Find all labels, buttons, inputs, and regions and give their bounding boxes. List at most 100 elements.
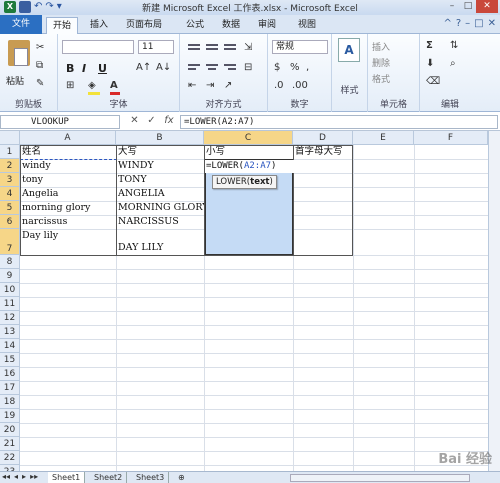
first-sheet-icon[interactable]: ◂◂ [2, 472, 10, 481]
row-header-9[interactable]: 9 [0, 269, 20, 283]
cell-d1[interactable]: 首字母大写 [293, 145, 353, 159]
indent-icon[interactable]: ⇤ [188, 80, 196, 91]
row-header-5[interactable]: 5 [0, 201, 20, 215]
formula-input[interactable]: =LOWER(A2:A7) [180, 115, 498, 129]
cell-b1[interactable]: 大写 [116, 145, 204, 159]
fill-color-icon[interactable]: ◈ [88, 80, 96, 91]
outdent-icon[interactable]: ⇥ [206, 80, 214, 91]
insert-function-icon[interactable]: fx [164, 115, 173, 129]
cell-c2-editing[interactable]: =LOWER(A2:A7) [205, 160, 301, 173]
insert-sheet-icon[interactable]: ⊕ [174, 472, 189, 483]
column-header-c[interactable]: C [204, 131, 293, 145]
comma-icon[interactable]: , [306, 62, 309, 73]
close-button[interactable]: ✕ [476, 0, 498, 13]
decrease-decimal-icon[interactable]: .00 [292, 80, 308, 91]
column-header-d[interactable]: D [293, 131, 353, 145]
fill-icon[interactable]: ⬇ [426, 58, 434, 69]
cancel-icon[interactable]: ✕ [130, 115, 138, 129]
cell-a1[interactable]: 姓名 [20, 145, 116, 159]
doc-minimize-button[interactable]: – [465, 18, 470, 29]
cell-a5[interactable]: morning glory [20, 201, 116, 215]
row-header-13[interactable]: 13 [0, 325, 20, 339]
row-header-2[interactable]: 2 [0, 159, 20, 173]
autosum-icon[interactable]: Σ [426, 40, 433, 51]
minimize-ribbon-icon[interactable]: ^ [443, 18, 451, 29]
column-header-f[interactable]: F [414, 131, 488, 145]
merge-center-icon[interactable]: ⊟ [244, 62, 252, 73]
cell-a2[interactable]: windy [20, 159, 116, 173]
styles-icon[interactable]: A [338, 38, 360, 62]
cut-icon[interactable]: ✂ [36, 42, 44, 53]
tab-insert[interactable]: 插入 [84, 17, 114, 34]
grow-font-icon[interactable]: A↑ [136, 62, 151, 73]
row-header-4[interactable]: 4 [0, 187, 20, 201]
increase-decimal-icon[interactable]: .0 [274, 80, 284, 91]
font-name-select[interactable] [62, 40, 134, 54]
insert-cells-button[interactable]: 插入 [372, 40, 390, 53]
column-header-b[interactable]: B [116, 131, 204, 145]
styles-button-label[interactable]: 样式 [332, 83, 367, 96]
cell-a7[interactable]: Day lily [20, 229, 116, 243]
minimize-button[interactable]: – [444, 0, 460, 13]
column-header-e[interactable]: E [353, 131, 414, 145]
orientation-icon[interactable]: ↗ [224, 80, 232, 91]
currency-icon[interactable]: $ [274, 62, 280, 73]
tab-view[interactable]: 视图 [292, 17, 322, 34]
border-icon[interactable]: ⊞ [66, 80, 74, 91]
font-size-select[interactable]: 11 [138, 40, 174, 54]
function-syntax-tooltip[interactable]: LOWER(text) [212, 175, 277, 189]
shrink-font-icon[interactable]: A↓ [156, 62, 171, 73]
cell-b6[interactable]: NARCISSUS [116, 215, 204, 229]
row-header-22[interactable]: 22 [0, 451, 20, 465]
tab-review[interactable]: 审阅 [252, 17, 282, 34]
column-header-a[interactable]: A [20, 131, 116, 145]
row-header-11[interactable]: 11 [0, 297, 20, 311]
tab-file[interactable]: 文件 [0, 15, 42, 34]
next-sheet-icon[interactable]: ▸ [22, 472, 26, 481]
tab-formulas[interactable]: 公式 [180, 17, 210, 34]
enter-icon[interactable]: ✓ [147, 115, 155, 129]
cell-c1[interactable]: 小写 [204, 145, 293, 159]
cell-b3[interactable]: TONY [116, 173, 204, 187]
bold-button[interactable]: B [66, 62, 74, 75]
cell-b7[interactable]: DAY LILY [116, 241, 204, 255]
last-sheet-icon[interactable]: ▸▸ [30, 472, 38, 481]
prev-sheet-icon[interactable]: ◂ [14, 472, 18, 481]
row-header-18[interactable]: 18 [0, 395, 20, 409]
doc-restore-button[interactable]: □ [474, 18, 483, 29]
paste-icon[interactable] [8, 40, 30, 66]
sheet-tab-sheet2[interactable]: Sheet2 [90, 472, 128, 483]
tab-home[interactable]: 开始 [46, 17, 79, 34]
paste-label[interactable]: 粘贴 [6, 74, 24, 87]
tab-page-layout[interactable]: 页面布局 [120, 17, 168, 34]
font-color-icon[interactable]: A [110, 80, 118, 91]
delete-cells-button[interactable]: 删除 [372, 56, 390, 69]
cell-a4[interactable]: Angelia [20, 187, 116, 201]
horizontal-scrollbar[interactable] [290, 474, 470, 482]
row-header-7[interactable]: 7 [0, 229, 20, 255]
row-header-1[interactable]: 1 [0, 145, 20, 159]
cell-b4[interactable]: ANGELIA [116, 187, 204, 201]
row-header-21[interactable]: 21 [0, 437, 20, 451]
help-icon[interactable]: ? [456, 18, 461, 29]
tab-data[interactable]: 数据 [216, 17, 246, 34]
name-box[interactable]: VLOOKUP [0, 115, 120, 129]
format-painter-icon[interactable]: ✎ [36, 78, 44, 89]
row-header-12[interactable]: 12 [0, 311, 20, 325]
row-header-15[interactable]: 15 [0, 353, 20, 367]
sort-filter-icon[interactable]: ⇅ [450, 40, 458, 51]
copy-icon[interactable]: ⧉ [36, 60, 43, 71]
underline-button[interactable]: U [98, 62, 107, 75]
row-header-10[interactable]: 10 [0, 283, 20, 297]
wrap-text-icon[interactable]: ⇲ [244, 42, 252, 53]
number-format-select[interactable]: 常规 [272, 40, 328, 54]
italic-button[interactable]: I [82, 62, 86, 75]
row-header-16[interactable]: 16 [0, 367, 20, 381]
worksheet-grid[interactable]: A B C D E F 1 2 3 4 5 6 7 8 9 10 11 12 1… [0, 131, 488, 471]
clear-icon[interactable]: ⌫ [426, 76, 440, 87]
percent-icon[interactable]: % [290, 62, 300, 73]
format-cells-button[interactable]: 格式 [372, 72, 390, 85]
select-all-corner[interactable] [0, 131, 20, 145]
sheet-tab-sheet1[interactable]: Sheet1 [48, 472, 86, 483]
cell-b2[interactable]: WINDY [116, 159, 204, 173]
